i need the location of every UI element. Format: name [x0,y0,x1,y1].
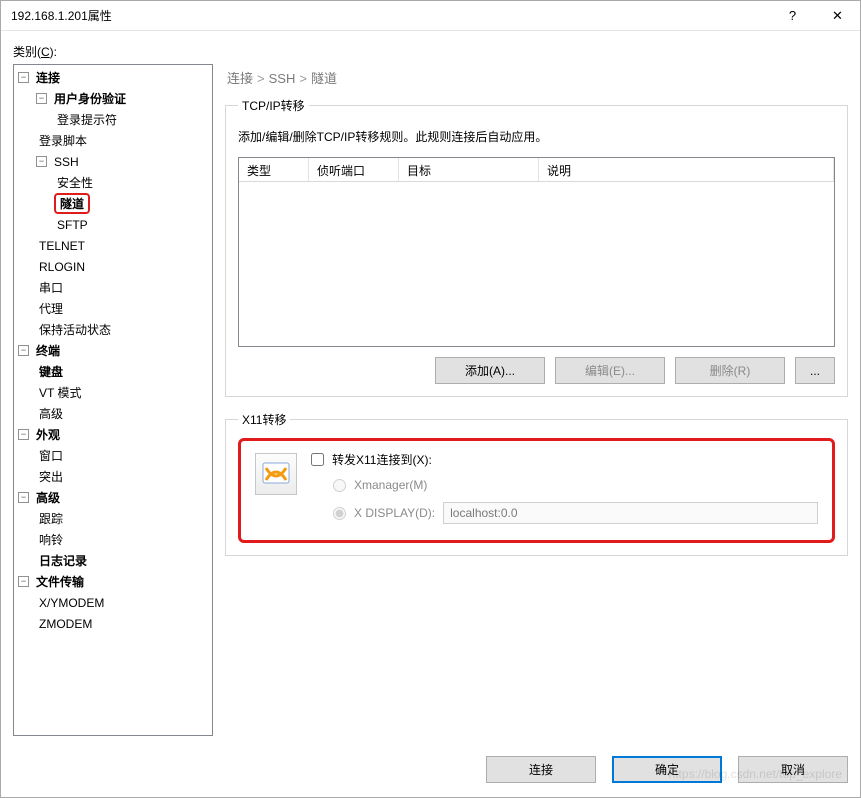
x11-highlight: 转发X11连接到(X): Xmanager(M) X DISPLAY(D): [238,438,835,543]
x11-group: X11转移 转发X11连接到(X): [225,411,848,556]
xdisplay-radio[interactable] [333,507,346,520]
expand-icon[interactable]: − [36,93,47,104]
connect-button[interactable]: 连接 [486,756,596,783]
xdisplay-label: X DISPLAY(D): [354,506,435,520]
tree-logging[interactable]: 日志记录 [36,551,90,570]
tree-advanced[interactable]: 高级 [33,488,63,507]
tree-window[interactable]: 窗口 [36,446,66,465]
category-tree[interactable]: −连接 −用户身份验证 登录提示符 登录脚本 −SSH [13,64,213,736]
titlebar: 192.168.1.201属性 ? ✕ [1,1,860,31]
tree-xymodem[interactable]: X/YMODEM [36,595,107,611]
xmanager-label: Xmanager(M) [354,478,427,492]
tree-rlogin[interactable]: RLOGIN [36,259,88,275]
expand-icon[interactable]: − [18,429,29,440]
ok-button[interactable]: 确定 [612,756,722,783]
more-button[interactable]: ... [795,357,835,384]
tree-zmodem[interactable]: ZMODEM [36,616,95,632]
expand-icon[interactable]: − [18,576,29,587]
forward-x11-label: 转发X11连接到(X): [332,451,432,468]
window-controls: ? ✕ [770,1,860,31]
tree-keepalive[interactable]: 保持活动状态 [36,320,114,339]
help-button[interactable]: ? [770,1,815,31]
tree-term-adv[interactable]: 高级 [36,404,66,423]
col-port[interactable]: 侦听端口 [309,158,399,181]
x11-legend: X11转移 [238,411,290,428]
tree-login-script[interactable]: 登录脚本 [36,131,90,150]
category-label: 类别(C): [13,43,848,60]
tree-security[interactable]: 安全性 [54,173,96,192]
cancel-button[interactable]: 取消 [738,756,848,783]
tcpip-group: TCP/IP转移 添加/编辑/删除TCP/IP转移规则。此规则连接后自动应用。 … [225,97,848,397]
tree-proxy[interactable]: 代理 [36,299,66,318]
expand-icon[interactable]: − [36,156,47,167]
col-desc[interactable]: 说明 [539,158,834,181]
tree-user-auth[interactable]: 用户身份验证 [51,89,129,108]
tcpip-legend: TCP/IP转移 [238,97,309,114]
xdisplay-input[interactable] [443,502,818,524]
tree-filetransfer[interactable]: 文件传输 [33,572,87,591]
xmanager-icon [255,453,297,495]
tree-login-prompt[interactable]: 登录提示符 [54,110,120,129]
expand-icon[interactable]: − [18,345,29,356]
dialog-footer: 连接 确定 取消 [1,748,860,797]
tree-connection[interactable]: 连接 [33,68,63,87]
tree-highlight[interactable]: 突出 [36,467,66,486]
tree-ssh[interactable]: SSH [51,154,82,170]
tree-vtmode[interactable]: VT 模式 [36,383,84,402]
tree-trace[interactable]: 跟踪 [36,509,66,528]
tree-keyboard[interactable]: 键盘 [36,362,66,381]
edit-button[interactable]: 编辑(E)... [555,357,665,384]
col-type[interactable]: 类型 [239,158,309,181]
col-target[interactable]: 目标 [399,158,539,181]
tree-bell[interactable]: 响铃 [36,530,66,549]
tree-terminal[interactable]: 终端 [33,341,63,360]
tree-telnet[interactable]: TELNET [36,238,88,254]
expand-icon[interactable]: − [18,492,29,503]
tree-tunnel[interactable]: 隧道 [54,193,90,214]
delete-button[interactable]: 删除(R) [675,357,785,384]
tree-serial[interactable]: 串口 [36,278,66,297]
close-button[interactable]: ✕ [815,1,860,31]
tree-sftp[interactable]: SFTP [54,217,91,233]
window-title: 192.168.1.201属性 [11,7,770,24]
forward-x11-checkbox[interactable] [311,453,324,466]
tree-appearance[interactable]: 外观 [33,425,63,444]
xmanager-radio[interactable] [333,479,346,492]
tcpip-rules-table[interactable]: 类型 侦听端口 目标 说明 [238,157,835,347]
tcpip-desc: 添加/编辑/删除TCP/IP转移规则。此规则连接后自动应用。 [238,128,835,145]
expand-icon[interactable]: − [18,72,29,83]
add-button[interactable]: 添加(A)... [435,357,545,384]
breadcrumb: 连接>SSH>隧道 [225,64,848,97]
